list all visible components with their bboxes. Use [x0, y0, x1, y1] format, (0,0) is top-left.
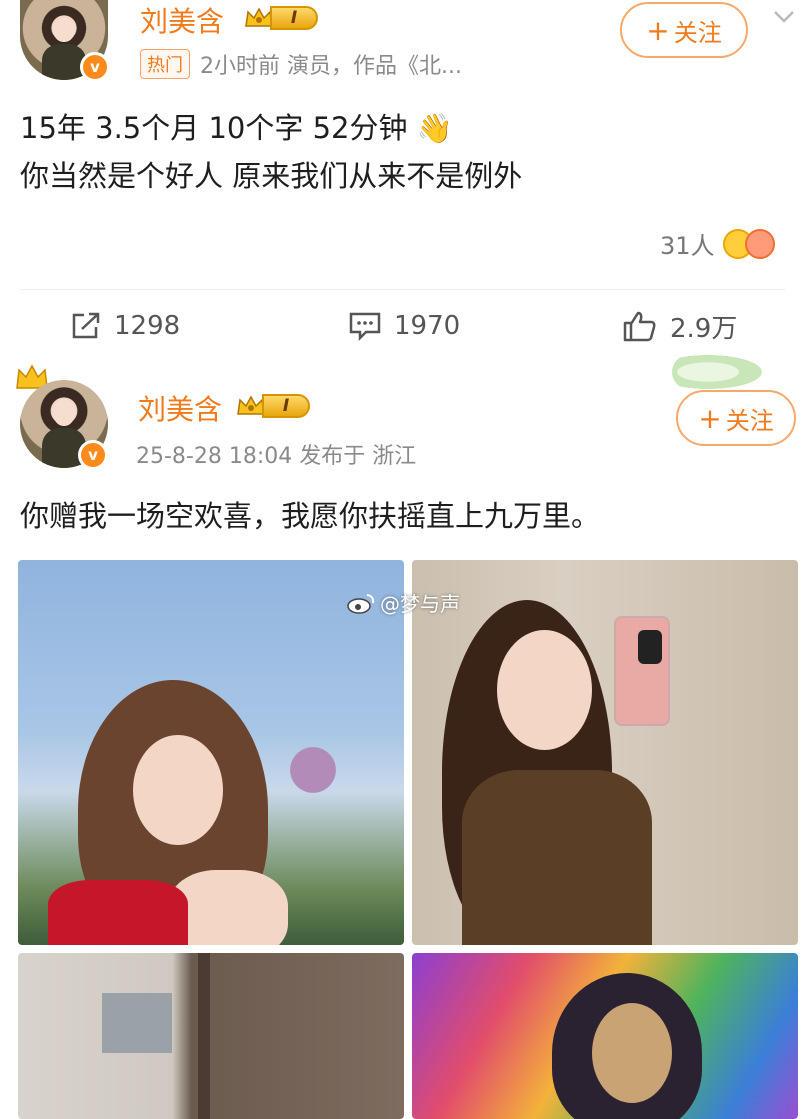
comment-button[interactable]: 1970	[348, 304, 460, 348]
post-image-4[interactable]	[412, 953, 798, 1119]
vip-level-badge[interactable]: I	[236, 392, 310, 420]
divider	[20, 289, 785, 290]
vip-level-badge[interactable]: I	[244, 4, 318, 32]
verified-icon: v	[78, 440, 108, 470]
comment-icon	[349, 312, 381, 341]
post-image-3[interactable]	[18, 953, 404, 1119]
content-line-1: 15年 3.5个月 10个字 52分钟 👋	[20, 111, 453, 145]
blush-emoji-icon	[744, 228, 775, 259]
content-line-2: 你当然是个好人 原来我们从来不是例外	[20, 159, 523, 193]
post-meta: 25-8-28 18:04 发布于 浙江	[136, 444, 417, 469]
author-name[interactable]: 刘美含	[140, 0, 224, 40]
like-icon	[623, 311, 656, 342]
chevron-down-icon[interactable]	[772, 4, 796, 28]
image-watermark: @梦与声	[346, 588, 460, 617]
post-image-1[interactable]	[18, 560, 404, 945]
author-name[interactable]: 刘美含	[138, 388, 222, 428]
like-button[interactable]: 2.9万	[622, 304, 737, 348]
post-meta-text: 2小时前 演员，作品《北...	[200, 54, 462, 79]
reactors-count: 31人	[660, 232, 715, 260]
follow-button[interactable]: + 关注	[676, 390, 796, 446]
post-meta: 热门 2小时前 演员，作品《北...	[140, 48, 462, 80]
reactors[interactable]: 31人	[660, 226, 775, 261]
weibo-logo-icon	[347, 593, 375, 614]
share-icon	[72, 312, 100, 339]
hot-badge: 热门	[140, 49, 190, 79]
post-card-1: v 刘美含 I + 关注 热门 2小时前 演员，作品《北... 15年 3.5个月…	[0, 0, 805, 350]
follow-button[interactable]: + 关注	[620, 2, 748, 58]
share-button[interactable]: 1298	[70, 304, 180, 348]
post-content: 15年 3.5个月 10个字 52分钟 👋 你当然是个好人 原来我们从来不是例外	[20, 104, 522, 200]
verified-icon: v	[80, 52, 110, 82]
post-image-2[interactable]	[412, 560, 798, 945]
post-content: 你赠我一场空欢喜，我愿你扶摇直上九万里。	[20, 499, 601, 533]
